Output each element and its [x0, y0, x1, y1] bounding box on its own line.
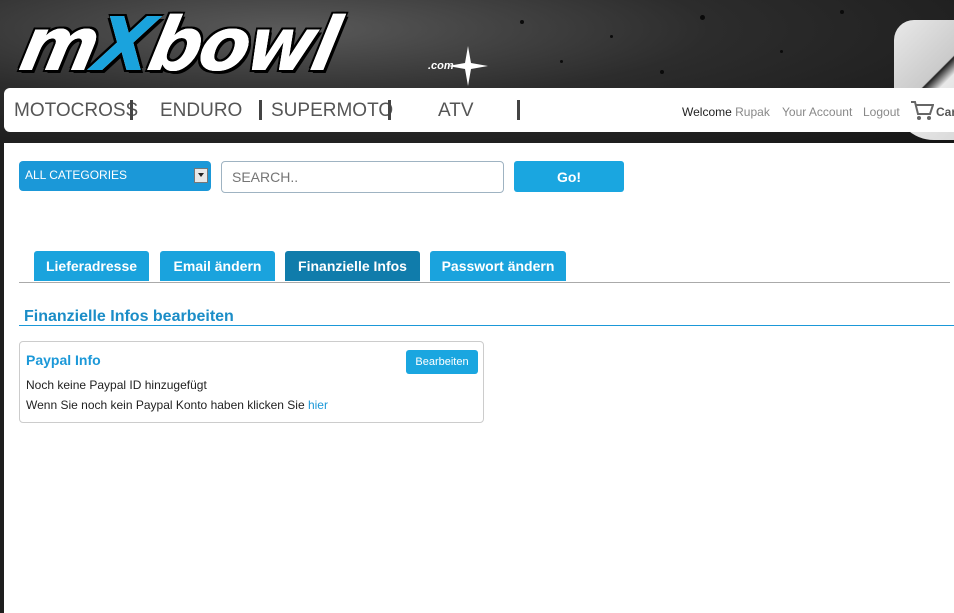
nav-separator	[130, 100, 133, 120]
your-account-link[interactable]: Your Account	[782, 105, 852, 119]
nav-item-atv[interactable]: ATV	[438, 100, 474, 122]
logo-wordmark: mXbowl	[12, 2, 345, 88]
nav-separator	[259, 100, 262, 120]
background-speck	[610, 35, 613, 38]
paypal-hint: Wenn Sie noch kein Paypal Konto haben kl…	[26, 398, 328, 412]
background-speck	[660, 70, 664, 74]
paypal-info-card: Paypal Info Bearbeiten Noch keine Paypal…	[19, 341, 484, 423]
nav-separator	[517, 100, 520, 120]
category-select-value: ALL CATEGORIES	[25, 168, 128, 182]
nav-item-enduro[interactable]: ENDURO	[160, 100, 242, 122]
nav-separator	[388, 100, 391, 120]
section-divider	[19, 325, 954, 326]
background-speck	[780, 50, 783, 53]
background-speck	[840, 10, 844, 14]
background-speck	[700, 15, 705, 20]
search-input[interactable]	[221, 161, 504, 193]
background-speck	[560, 60, 563, 63]
paypal-signup-link[interactable]: hier	[308, 398, 328, 412]
nav-item-supermoto[interactable]: SUPERMOTO	[271, 100, 393, 122]
logout-link[interactable]: Logout	[863, 105, 900, 119]
background-speck	[520, 20, 524, 24]
cart-label[interactable]: Car	[936, 105, 954, 119]
main-navigation: MOTOCROSS ENDURO SUPERMOTO ATV Welcome R…	[4, 88, 954, 132]
chevron-down-icon[interactable]	[194, 168, 208, 183]
nav-item-motocross[interactable]: MOTOCROSS	[14, 100, 138, 122]
section-title: Finanzielle Infos bearbeiten	[24, 308, 234, 325]
site-logo[interactable]: mXbowl .com	[8, 2, 488, 88]
paypal-info-title: Paypal Info	[26, 352, 101, 368]
go-button[interactable]: Go!	[514, 161, 624, 192]
tab-lieferadresse[interactable]: Lieferadresse	[34, 251, 149, 281]
sparkle-icon	[448, 46, 488, 86]
account-tabs: Lieferadresse Email ändern Finanzielle I…	[19, 251, 950, 283]
tab-email-aendern[interactable]: Email ändern	[160, 251, 275, 281]
welcome-message: Welcome Rupak	[682, 105, 770, 119]
welcome-prefix: Welcome	[682, 105, 732, 119]
edit-paypal-button[interactable]: Bearbeiten	[406, 350, 478, 374]
paypal-status-text: Noch keine Paypal ID hinzugefügt	[26, 378, 207, 392]
tab-finanzielle-infos[interactable]: Finanzielle Infos	[285, 251, 420, 281]
cart-icon[interactable]	[910, 100, 934, 122]
category-select[interactable]: ALL CATEGORIES	[19, 161, 211, 191]
paypal-hint-text: Wenn Sie noch kein Paypal Konto haben kl…	[26, 398, 305, 412]
tab-passwort-aendern[interactable]: Passwort ändern	[430, 251, 566, 281]
main-content: ALL CATEGORIES Go! Lieferadresse Email ä…	[4, 143, 954, 613]
username[interactable]: Rupak	[735, 105, 770, 119]
